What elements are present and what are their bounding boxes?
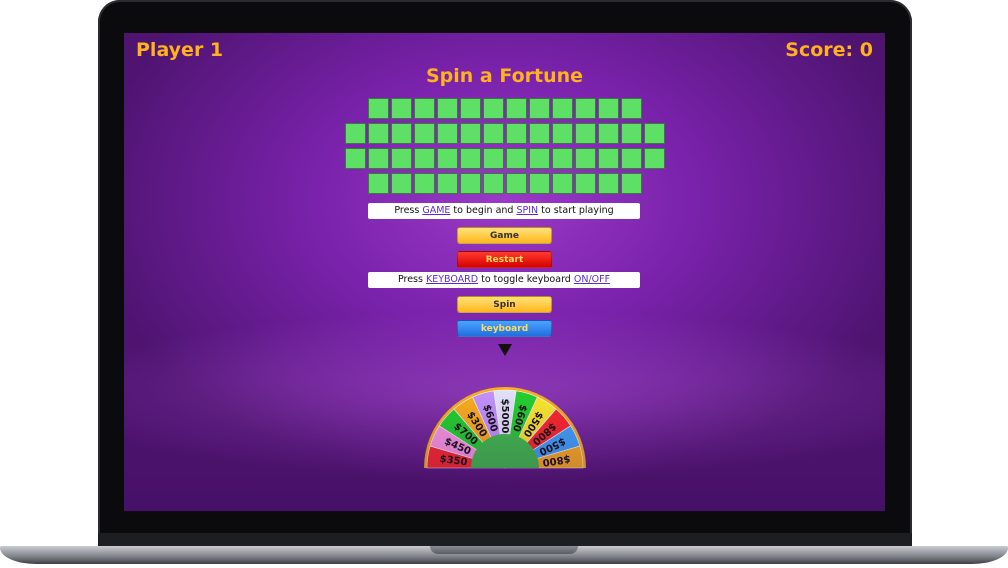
board-tile: [368, 148, 389, 169]
board-tile: [575, 123, 596, 144]
board-tile: [575, 148, 596, 169]
board-tile: [437, 98, 458, 119]
board-tile: [529, 123, 550, 144]
board-tile: [506, 173, 527, 194]
board-tile: [368, 98, 389, 119]
board-tile: [598, 173, 619, 194]
board-tile: [552, 148, 573, 169]
board-row: [344, 98, 666, 121]
instr-text: Press: [394, 205, 423, 216]
board-row: [344, 148, 666, 171]
instr-text: to toggle keyboard: [478, 274, 574, 285]
wheel-pointer-icon: [498, 344, 512, 356]
keyboard-button[interactable]: keyboard: [457, 320, 552, 337]
board-tile: [621, 148, 642, 169]
board-tile: [460, 123, 481, 144]
board-tile: [552, 98, 573, 119]
board-tile: [460, 98, 481, 119]
board-tile: [644, 123, 665, 144]
board-tile: [483, 123, 504, 144]
board-tile: [529, 173, 550, 194]
laptop-notch: [430, 546, 578, 554]
board-tile: [483, 98, 504, 119]
wheel-segment-label: $5000: [499, 399, 510, 434]
puzzle-board: [344, 98, 666, 198]
spin-button[interactable]: Spin: [457, 296, 552, 313]
board-tile: [552, 123, 573, 144]
instr-text: Press: [397, 274, 426, 285]
keyboard-link[interactable]: KEYBOARD: [426, 274, 478, 285]
board-tile: [437, 173, 458, 194]
board-row: [344, 123, 666, 146]
board-tile: [529, 98, 550, 119]
board-tile: [391, 148, 412, 169]
board-tile: [506, 98, 527, 119]
game-title: Spin a Fortune: [425, 65, 584, 87]
board-tile: [598, 123, 619, 144]
board-tile: [598, 148, 619, 169]
board-tile: [414, 148, 435, 169]
game-screen: Player 1 Score: 0 Spin a Fortune Press G…: [124, 33, 885, 511]
board-tile: [391, 123, 412, 144]
board-tile: [483, 148, 504, 169]
board-tile: [391, 98, 412, 119]
instr-text: to start playing: [538, 205, 614, 216]
game-button[interactable]: Game: [457, 227, 552, 244]
board-tile: [414, 173, 435, 194]
board-tile: [368, 173, 389, 194]
board-tile: [414, 98, 435, 119]
game-instructions: Press GAME to begin and SPIN to start pl…: [368, 203, 640, 219]
game-link[interactable]: GAME: [422, 205, 450, 216]
fortune-wheel[interactable]: $350$450$700$300$600 $5000 $600$500$800$50…: [422, 342, 588, 470]
board-tile: [598, 98, 619, 119]
board-tile: [506, 123, 527, 144]
board-tile: [391, 173, 412, 194]
laptop-chin: [98, 533, 912, 547]
board-tile: [552, 173, 573, 194]
keyboard-instructions: Press KEYBOARD to toggle keyboard ON/OFF: [368, 272, 640, 288]
board-tile: [621, 123, 642, 144]
board-tile: [575, 173, 596, 194]
board-tile: [460, 173, 481, 194]
board-tile: [575, 98, 596, 119]
board-tile: [483, 173, 504, 194]
toggle-link[interactable]: ON/OFF: [574, 274, 610, 285]
board-tile: [345, 123, 366, 144]
board-tile: [529, 148, 550, 169]
board-tile: [506, 148, 527, 169]
player-label: Player 1: [136, 39, 224, 61]
board-tile: [414, 123, 435, 144]
board-tile: [621, 98, 642, 119]
board-tile: [368, 123, 389, 144]
board-tile: [345, 148, 366, 169]
board-tile: [621, 173, 642, 194]
score-label: Score: 0: [785, 39, 873, 61]
board-tile: [460, 148, 481, 169]
restart-button[interactable]: Restart: [457, 251, 552, 268]
spin-link[interactable]: SPIN: [516, 205, 538, 216]
instr-text: to begin and: [450, 205, 517, 216]
board-row: [344, 173, 666, 196]
board-tile: [437, 148, 458, 169]
board-tile: [437, 123, 458, 144]
board-tile: [644, 148, 665, 169]
